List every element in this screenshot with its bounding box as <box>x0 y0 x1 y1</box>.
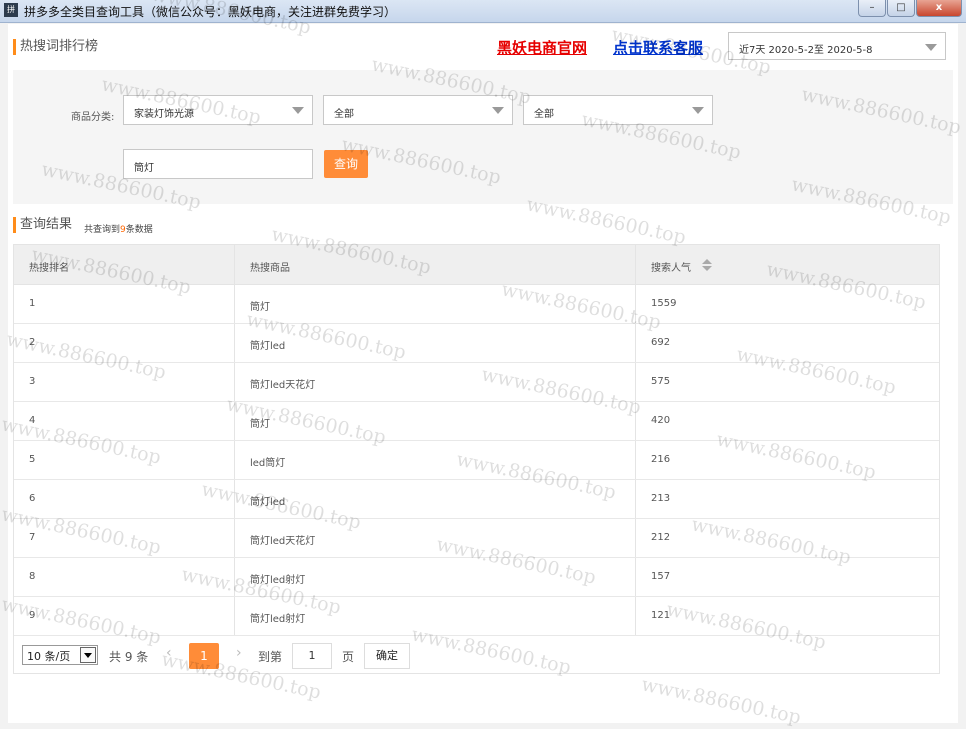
summary-prefix: 共查询到 <box>84 225 121 235</box>
confirm-button[interactable]: 确定 <box>364 643 410 669</box>
cell-rank: 5 <box>29 454 36 465</box>
cell-popularity: 1559 <box>651 298 677 309</box>
page-title: 热搜词排行榜 <box>13 39 98 55</box>
chevron-down-icon <box>925 44 937 51</box>
cell-rank: 2 <box>29 337 36 348</box>
table-row[interactable]: 5 led筒灯 216 <box>14 440 939 480</box>
results-summary: 共查询到9条数据 <box>84 222 153 235</box>
filter-panel: 商品分类: 家装灯饰光源 全部 全部 筒灯 查询 <box>13 70 953 204</box>
keyword-input[interactable]: 筒灯 <box>123 149 313 179</box>
prev-page-icon[interactable]: ‹ <box>166 645 172 661</box>
cell-rank: 1 <box>29 298 36 309</box>
pagination: 10 条/页 共 9 条 ‹ 1 › 到第 1 页 确定 <box>14 635 939 673</box>
column-popularity[interactable]: 搜索人气 <box>651 259 691 274</box>
category-select-2[interactable]: 全部 <box>323 95 513 125</box>
cell-product: 筒灯 <box>250 419 270 430</box>
category-select-2-value: 全部 <box>334 109 354 120</box>
next-page-icon[interactable]: › <box>236 645 242 661</box>
cell-product: 筒灯led射灯 <box>250 614 306 625</box>
cell-rank: 3 <box>29 376 36 387</box>
table-row[interactable]: 8 筒灯led射灯 157 <box>14 557 939 597</box>
chevron-down-icon <box>692 107 704 114</box>
cell-product: 筒灯led <box>250 497 286 508</box>
category-select-3[interactable]: 全部 <box>523 95 713 125</box>
total-count: 共 9 条 <box>109 650 149 664</box>
date-range-select[interactable]: 近7天 2020-5-2至 2020-5-8 <box>728 32 946 60</box>
table-row[interactable]: 9 筒灯led射灯 121 <box>14 596 939 636</box>
query-button[interactable]: 查询 <box>324 150 368 178</box>
results-table: 热搜排名 热搜商品 搜索人气 1 筒灯 1559 2 筒灯led 692 3 筒… <box>13 244 940 674</box>
results-title: 查询结果 <box>13 217 72 233</box>
cell-product: 筒灯led天花灯 <box>250 536 316 547</box>
page-unit-label: 页 <box>342 650 355 664</box>
summary-suffix: 条数据 <box>125 225 153 235</box>
cell-rank: 9 <box>29 610 36 621</box>
maximize-button[interactable]: □ <box>887 0 915 17</box>
cell-popularity: 216 <box>651 454 671 465</box>
cell-rank: 7 <box>29 532 36 543</box>
goto-page-input[interactable]: 1 <box>292 643 332 669</box>
per-page-select[interactable]: 10 条/页 <box>22 645 98 665</box>
chevron-down-icon <box>292 107 304 114</box>
contact-service-link[interactable]: 点击联系客服 <box>613 37 703 58</box>
chevron-down-icon <box>80 647 96 663</box>
cell-product: 筒灯led天花灯 <box>250 380 316 391</box>
cell-product: 筒灯 <box>250 302 270 313</box>
date-range-value: 近7天 2020-5-2至 2020-5-8 <box>739 45 873 56</box>
window-title: 拼多多全类目查询工具（微信公众号：黑妖电商，关注进群免费学习） <box>24 5 397 19</box>
cell-popularity: 575 <box>651 376 671 387</box>
cell-product: 筒灯led <box>250 341 286 352</box>
cell-product: 筒灯led射灯 <box>250 575 306 586</box>
table-row[interactable]: 1 筒灯 1559 <box>14 284 939 324</box>
column-product[interactable]: 热搜商品 <box>250 259 290 274</box>
cell-rank: 4 <box>29 415 36 426</box>
table-row[interactable]: 2 筒灯led 692 <box>14 323 939 363</box>
cell-popularity: 692 <box>651 337 671 348</box>
cell-popularity: 212 <box>651 532 671 543</box>
table-header: 热搜排名 热搜商品 搜索人气 <box>14 245 939 285</box>
cell-product: led筒灯 <box>250 458 286 469</box>
chevron-down-icon <box>492 107 504 114</box>
table-row[interactable]: 4 筒灯 420 <box>14 401 939 441</box>
category-select-1-value: 家装灯饰光源 <box>134 109 194 120</box>
cell-popularity: 121 <box>651 610 671 621</box>
cell-popularity: 213 <box>651 493 671 504</box>
official-site-link[interactable]: 黑妖电商官网 <box>497 37 587 58</box>
sort-icon[interactable] <box>702 259 712 271</box>
minimize-button[interactable]: – <box>858 0 886 17</box>
app-icon: 拼 <box>4 3 18 17</box>
category-select-1[interactable]: 家装灯饰光源 <box>123 95 313 125</box>
cell-rank: 8 <box>29 571 36 582</box>
per-page-value: 10 条/页 <box>27 650 71 663</box>
main-panel: 热搜词排行榜 黑妖电商官网 点击联系客服 近7天 2020-5-2至 2020-… <box>8 24 958 723</box>
title-bar: 拼 拼多多全类目查询工具（微信公众号：黑妖电商，关注进群免费学习） – □ x <box>0 0 966 23</box>
table-row[interactable]: 3 筒灯led天花灯 575 <box>14 362 939 402</box>
table-row[interactable]: 6 筒灯led 213 <box>14 479 939 519</box>
close-button[interactable]: x <box>916 0 962 17</box>
category-label: 商品分类: <box>71 112 115 123</box>
cell-popularity: 157 <box>651 571 671 582</box>
page-1-button[interactable]: 1 <box>189 643 219 669</box>
cell-rank: 6 <box>29 493 36 504</box>
table-row[interactable]: 7 筒灯led天花灯 212 <box>14 518 939 558</box>
category-select-3-value: 全部 <box>534 109 554 120</box>
goto-label: 到第 <box>258 650 283 664</box>
column-rank[interactable]: 热搜排名 <box>29 259 69 274</box>
cell-popularity: 420 <box>651 415 671 426</box>
